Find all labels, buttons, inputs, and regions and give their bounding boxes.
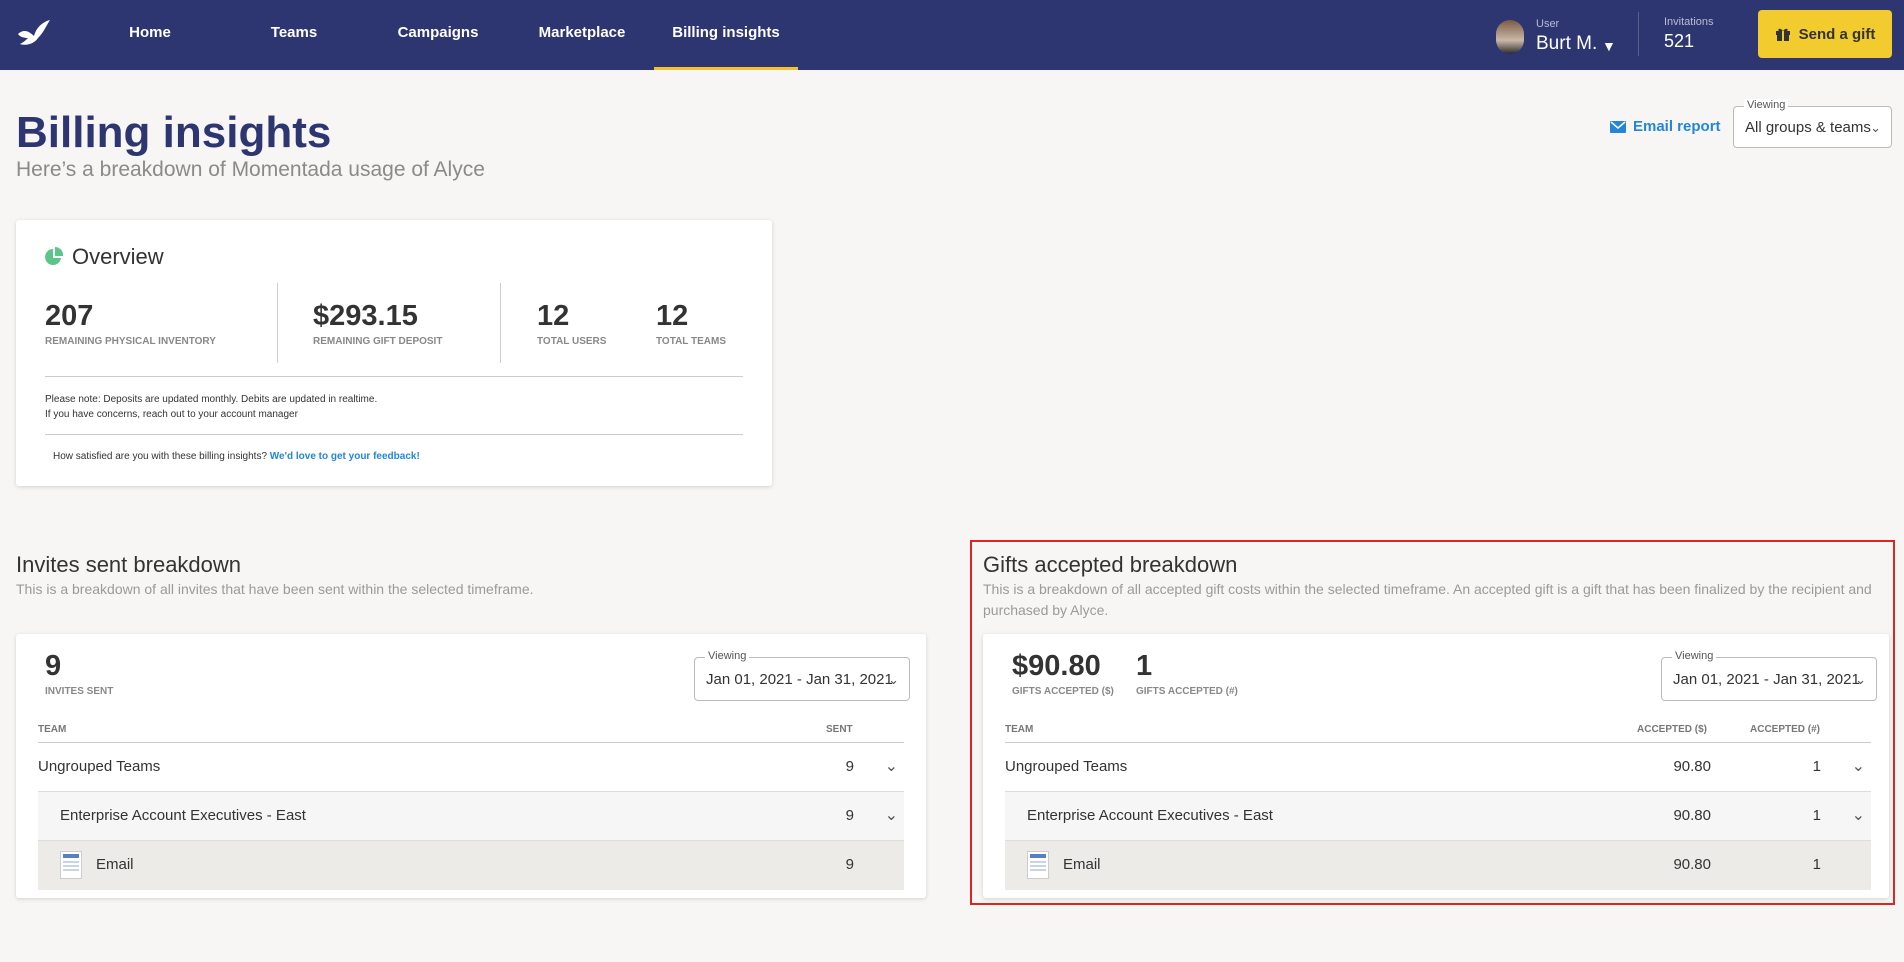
groups-teams-select[interactable]: Viewing All groups & teams ⌄ [1733,99,1892,148]
tab-campaigns[interactable]: Campaigns [390,0,486,70]
invites-sent-value: 9 [45,650,62,682]
overview-divider [45,434,743,435]
invites-card: 9 INVITES SENT Viewing Jan 01, 2021 - Ja… [16,634,926,898]
team-name: Enterprise Account Executives - East [60,807,306,824]
invitations-count: 521 [1664,31,1695,51]
deposit-note: Please note: Deposits are updated monthl… [45,392,377,422]
gifts-section-highlight [970,540,1895,905]
tab-marketplace[interactable]: Marketplace [532,0,632,70]
invites-section-description: This is a breakdown of all invites that … [16,581,534,597]
overview-title-text: Overview [72,244,164,269]
send-gift-label: Send a gift [1798,25,1876,43]
remaining-inventory-value: 207 [45,300,94,332]
invites-date-range-value: Jan 01, 2021 - Jan 31, 2021 [706,671,893,688]
remaining-deposit-value: $293.15 [313,300,418,332]
page-subtitle: Here’s a breakdown of Momentada usage of… [16,158,485,181]
table-row[interactable]: Ungrouped Teams 9 ⌄ [38,743,904,792]
total-users-value: 12 [537,300,570,332]
stat-divider [500,283,501,363]
overview-card: Overview 207 REMAINING PHYSICAL INVENTOR… [16,220,772,486]
nav-divider [1638,12,1639,56]
team-name: Email [96,856,134,873]
stat-divider [277,283,278,363]
feedback-link[interactable]: We'd love to get your feedback! [270,451,420,462]
team-column-header: TEAM [38,724,67,735]
user-name[interactable]: Burt M. [1536,33,1597,55]
table-row: Email 9 [38,841,904,890]
email-report-label: Email report [1633,118,1721,135]
alyce-logo-icon[interactable] [16,18,52,48]
remaining-inventory-label: REMAINING PHYSICAL INVENTORY [45,336,216,347]
email-campaign-icon [60,851,82,879]
tab-home[interactable]: Home [112,0,188,70]
table-row[interactable]: Enterprise Account Executives - East 9 ⌄ [38,792,904,841]
chevron-down-icon: ⌄ [1870,120,1881,135]
viewing-legend: Viewing [1744,99,1789,111]
total-teams-label: TOTAL TEAMS [656,336,726,347]
team-name: Ungrouped Teams [38,758,161,775]
chevron-down-icon[interactable]: ⌄ [885,805,898,825]
tab-billing-insights[interactable]: Billing insights [654,0,798,70]
groups-teams-value: All groups & teams [1745,119,1871,136]
tab-teams[interactable]: Teams [256,0,332,70]
chevron-down-icon[interactable]: ⌄ [885,756,898,776]
top-nav: Home Teams Campaigns Marketplace Billing… [0,0,1904,70]
feedback-prompt: How satisfied are you with these billing… [53,451,420,462]
overview-title: Overview [44,244,164,270]
sent-value: 9 [845,807,854,824]
chevron-down-icon: ⌄ [888,672,899,687]
chevron-down-icon[interactable]: ▼ [1602,38,1616,54]
overview-divider [45,376,743,377]
invites-date-range-select[interactable]: Viewing Jan 01, 2021 - Jan 31, 2021 ⌄ [694,650,910,701]
total-users-label: TOTAL USERS [537,336,607,347]
feedback-text: How satisfied are you with these billing… [53,451,267,462]
user-caption: User [1536,18,1560,30]
avatar [1496,20,1524,54]
remaining-deposit-label: REMAINING GIFT DEPOSIT [313,336,443,347]
invites-section-title: Invites sent breakdown [16,552,242,577]
pie-chart-icon [45,247,64,265]
page-title: Billing insights [16,108,332,157]
total-teams-value: 12 [656,300,689,332]
sent-value: 9 [845,758,854,775]
deposit-note-line1: Please note: Deposits are updated monthl… [45,394,378,405]
send-gift-button[interactable]: Send a gift [1758,10,1892,58]
gift-icon [1775,28,1790,41]
invitations-caption: Invitations [1664,16,1714,28]
sent-column-header: SENT [826,724,853,735]
invites-sent-label: INVITES SENT [45,686,114,697]
envelope-icon [1610,120,1626,133]
sent-value: 9 [845,856,854,873]
email-report-button[interactable]: Email report [1610,118,1721,135]
viewing-legend: Viewing [705,650,750,662]
deposit-note-line2: If you have concerns, reach out to your … [45,409,298,420]
